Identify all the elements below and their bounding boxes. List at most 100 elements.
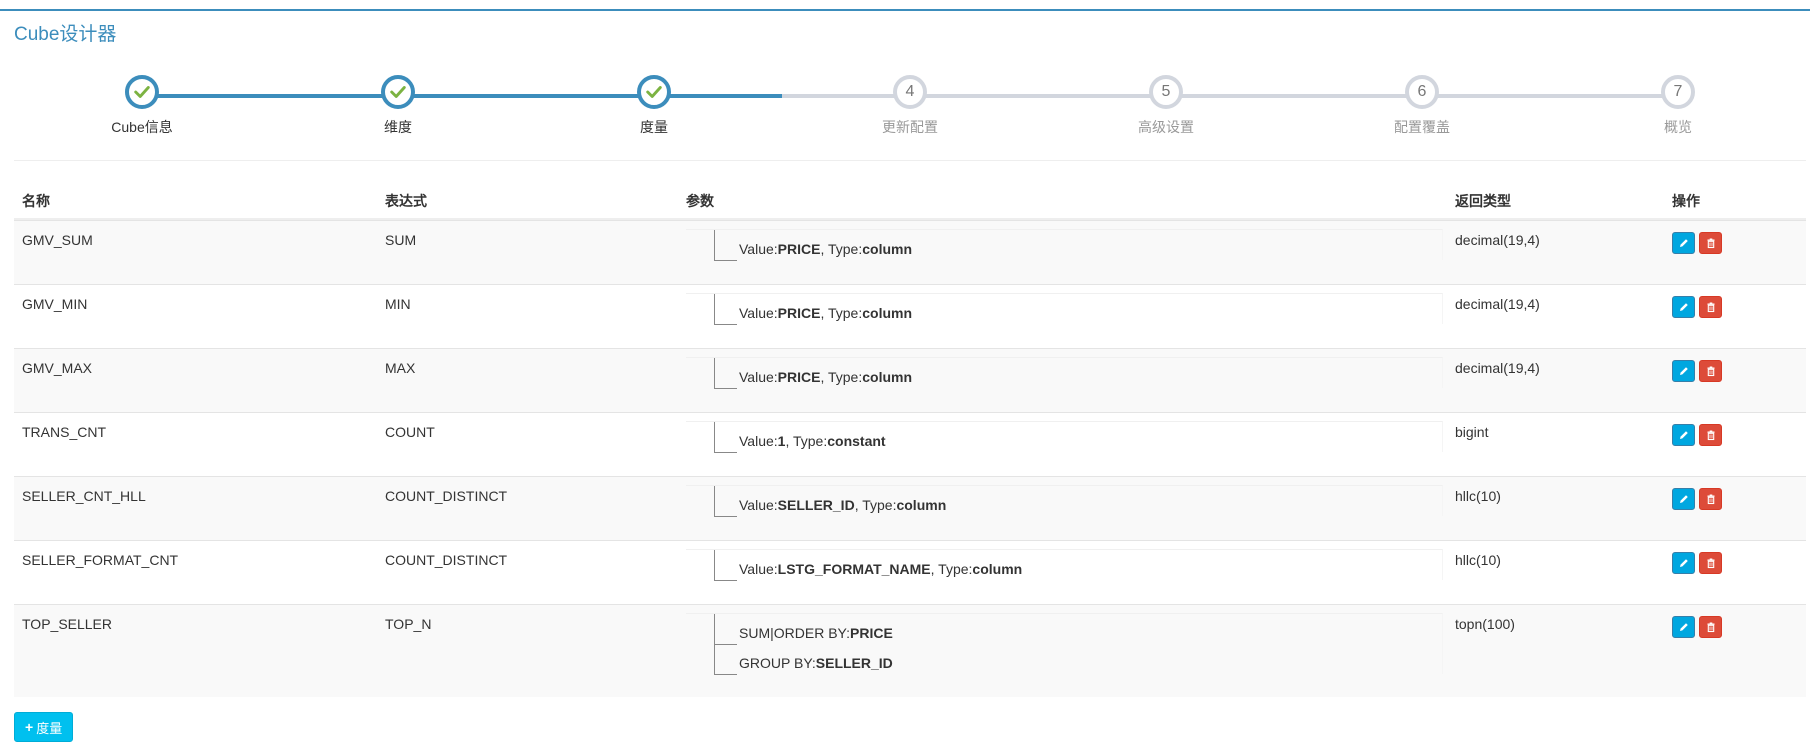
delete-button[interactable] xyxy=(1699,488,1722,510)
parameter-text: GROUP BY:SELLER_ID xyxy=(739,655,893,671)
parameter-value: PRICE xyxy=(850,625,893,641)
measure-name: GMV_MAX xyxy=(22,360,93,376)
parameter-value: PRICE xyxy=(777,241,821,257)
trash-icon xyxy=(1707,558,1714,569)
edit-button[interactable] xyxy=(1672,360,1695,382)
wizard-step-number: 6 xyxy=(1417,83,1427,100)
edit-button[interactable] xyxy=(1672,296,1695,318)
parameter-value: column xyxy=(862,369,913,385)
tree-connector xyxy=(714,358,737,389)
parameter-key: Value: xyxy=(739,433,778,449)
measure-parameters: Value:PRICE, Type:column xyxy=(686,229,1443,261)
edit-button[interactable] xyxy=(1672,552,1695,574)
delete-button[interactable] xyxy=(1699,552,1722,574)
parameter-line: Value:LSTG_FORMAT_NAME, Type:column xyxy=(686,550,1442,581)
pencil-icon xyxy=(1679,431,1688,439)
parameter-line: Value:PRICE, Type:column xyxy=(686,294,1442,325)
measure-expression: SUM xyxy=(385,232,417,248)
parameter-key: , Type: xyxy=(785,433,828,449)
delete-button[interactable] xyxy=(1699,616,1722,638)
wizard-step-circle xyxy=(637,75,671,109)
parameter-text: SUM|ORDER BY:PRICE xyxy=(739,625,893,641)
measure-return-type: decimal(19,4) xyxy=(1455,232,1540,248)
wizard-step[interactable]: 7 概览 xyxy=(1578,75,1778,137)
row-actions xyxy=(1672,232,1722,254)
pencil-icon xyxy=(1679,495,1688,503)
parameter-text: Value:PRICE, Type:column xyxy=(739,369,912,385)
parameter-line: Value:1, Type:constant xyxy=(686,422,1442,453)
trash-icon xyxy=(1707,622,1714,633)
trash-icon xyxy=(1707,366,1714,377)
tree-connector xyxy=(714,230,737,261)
wizard-step[interactable]: 维度 xyxy=(298,75,498,137)
measure-expression: MAX xyxy=(385,360,416,376)
add-measure-button[interactable]: + 度量 xyxy=(14,712,74,742)
cube-designer-panel: Cube设计器 Cube信息 维度 度量 4 更新配置 5 高级设置 6 配置覆盖 7 概览 名称 … xyxy=(0,9,1810,747)
parameter-value: PRICE xyxy=(777,369,821,385)
measure-return-type: decimal(19,4) xyxy=(1455,360,1540,376)
wizard-step-label: 概览 xyxy=(1664,119,1692,135)
measure-parameters: Value:LSTG_FORMAT_NAME, Type:column xyxy=(686,549,1443,581)
plus-icon: + xyxy=(25,719,34,735)
wizard-step-circle xyxy=(381,75,415,109)
measure-expression: MIN xyxy=(385,296,411,312)
measure-parameters: Value:SELLER_ID, Type:column xyxy=(686,485,1443,517)
delete-button[interactable] xyxy=(1699,424,1722,446)
measure-parameters: SUM|ORDER BY:PRICE GROUP BY:SELLER_ID xyxy=(686,613,1443,675)
parameter-key: GROUP BY: xyxy=(739,655,816,671)
parameter-value: SELLER_ID xyxy=(815,655,893,671)
tree-connector xyxy=(714,294,737,325)
parameter-text: Value:1, Type:constant xyxy=(739,433,886,449)
parameter-text: Value:PRICE, Type:column xyxy=(739,241,912,257)
wizard-step-number: 4 xyxy=(905,83,915,100)
check-icon xyxy=(134,86,150,98)
parameter-key: Value: xyxy=(739,561,778,577)
measure-parameters: Value:PRICE, Type:column xyxy=(686,357,1443,389)
wizard-step[interactable]: Cube信息 xyxy=(42,75,242,137)
wizard-step-circle: 6 xyxy=(1405,75,1439,109)
tree-connector xyxy=(714,422,737,453)
parameter-value: LSTG_FORMAT_NAME xyxy=(777,561,931,577)
trash-icon xyxy=(1707,302,1714,313)
pencil-icon xyxy=(1679,239,1688,247)
wizard-step[interactable]: 4 更新配置 xyxy=(810,75,1010,137)
wizard-step[interactable]: 5 高级设置 xyxy=(1066,75,1266,137)
trash-icon xyxy=(1707,494,1714,505)
pencil-icon xyxy=(1679,367,1688,375)
table-header: 名称 表达式 参数 返回类型 操作 xyxy=(14,183,1806,220)
wizard-step[interactable]: 度量 xyxy=(554,75,754,137)
measures-table: 名称 表达式 参数 返回类型 操作 GMV_SUM SUM Value:PRICE,… xyxy=(14,183,1806,697)
measure-expression: COUNT_DISTINCT xyxy=(385,488,508,504)
row-actions xyxy=(1672,360,1722,382)
edit-button[interactable] xyxy=(1672,488,1695,510)
trash-icon xyxy=(1707,238,1714,249)
parameter-key: SUM|ORDER BY: xyxy=(739,625,850,641)
delete-button[interactable] xyxy=(1699,360,1722,382)
delete-button[interactable] xyxy=(1699,296,1722,318)
parameter-value: constant xyxy=(827,433,886,449)
measure-return-type: hllc(10) xyxy=(1455,552,1501,568)
table-row: TOP_SELLER TOP_N SUM|ORDER BY:PRICE GROUP B… xyxy=(14,604,1806,697)
edit-button[interactable] xyxy=(1672,232,1695,254)
measure-name: SELLER_FORMAT_CNT xyxy=(22,552,179,568)
parameter-key: , Type: xyxy=(820,241,863,257)
parameter-key: Value: xyxy=(739,241,778,257)
measure-parameters: Value:1, Type:constant xyxy=(686,421,1443,453)
edit-button[interactable] xyxy=(1672,616,1695,638)
header-parameters: 参数 xyxy=(686,193,714,209)
delete-button[interactable] xyxy=(1699,232,1722,254)
parameter-text: Value:PRICE, Type:column xyxy=(739,305,912,321)
wizard-step-label: 度量 xyxy=(640,119,668,135)
parameter-value: SELLER_ID xyxy=(777,497,855,513)
wizard-step-label: 配置覆盖 xyxy=(1394,119,1450,135)
parameter-value: column xyxy=(862,305,913,321)
wizard-step-label: Cube信息 xyxy=(111,119,173,135)
wizard-step-circle: 4 xyxy=(893,75,927,109)
pencil-icon xyxy=(1679,303,1688,311)
measure-expression: TOP_N xyxy=(385,616,432,632)
edit-button[interactable] xyxy=(1672,424,1695,446)
table-row: GMV_MAX MAX Value:PRICE, Type:column decima… xyxy=(14,348,1806,412)
wizard-step[interactable]: 6 配置覆盖 xyxy=(1322,75,1522,137)
parameter-key: Value: xyxy=(739,369,778,385)
header-return-type: 返回类型 xyxy=(1455,193,1511,209)
